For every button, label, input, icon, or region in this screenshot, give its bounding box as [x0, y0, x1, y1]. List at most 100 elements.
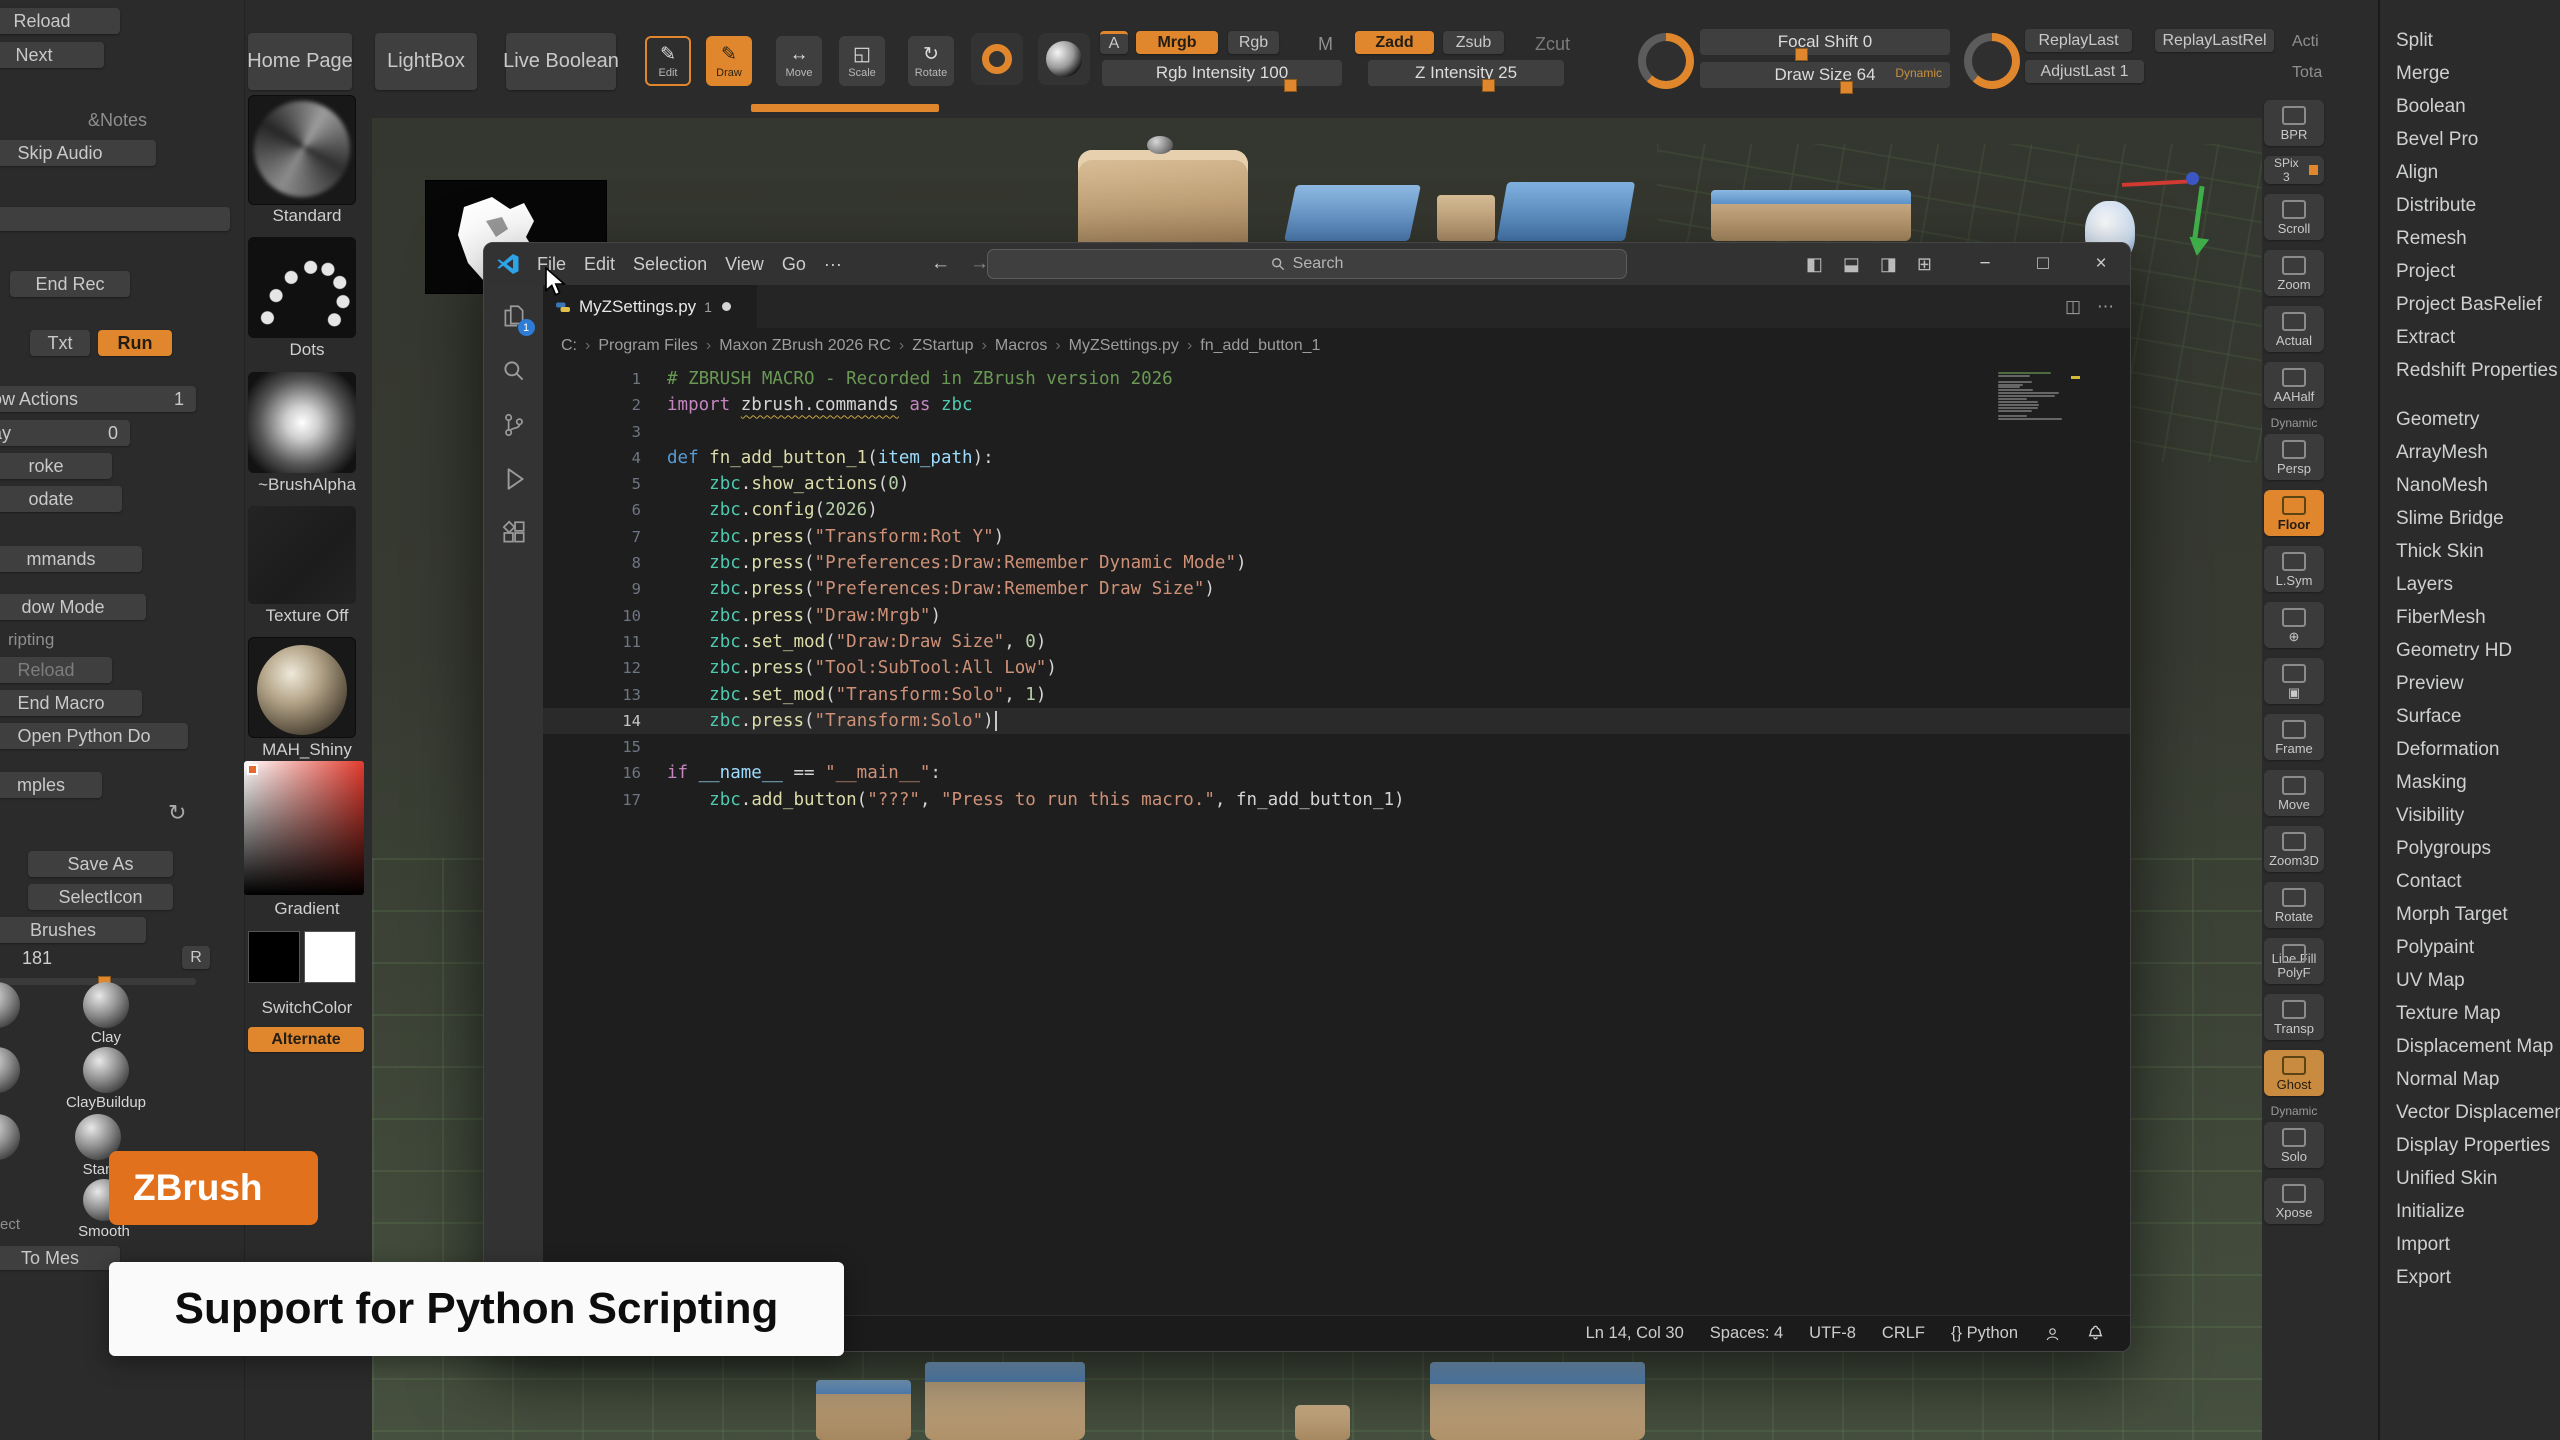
- shelf-spix-3[interactable]: SPix 3: [2264, 156, 2324, 184]
- tool-menu-item[interactable]: Merge: [2380, 57, 2560, 90]
- code-line-12[interactable]: 12 zbc.press("Tool:SubTool:All Low"): [543, 655, 2130, 681]
- edit-mode-button[interactable]: ✎ Edit: [645, 36, 691, 86]
- delay-row[interactable]: ay 0: [0, 420, 130, 446]
- draw-size-slider[interactable]: Draw Size 64 Dynamic: [1700, 62, 1950, 88]
- tool-menu-item[interactable]: Polypaint: [2380, 931, 2560, 964]
- save-as-button[interactable]: Save As: [28, 851, 173, 877]
- a-toggle-button[interactable]: A: [1100, 31, 1128, 54]
- color-picker-marker[interactable]: [247, 764, 258, 775]
- tool-menu-item[interactable]: Remesh: [2380, 222, 2560, 255]
- tool-menu-item[interactable]: Bevel Pro: [2380, 123, 2560, 156]
- shelf-xpose[interactable]: Xpose: [2264, 1178, 2324, 1224]
- minimize-button[interactable]: −: [1956, 243, 2014, 285]
- encoding[interactable]: UTF-8: [1809, 1324, 1856, 1343]
- refresh-icon[interactable]: ↻: [168, 800, 186, 826]
- shelf-line-fill-polyf[interactable]: Line Fill PolyF: [2264, 938, 2324, 984]
- tool-menu-item[interactable]: ArrayMesh: [2380, 436, 2560, 469]
- search-view-icon[interactable]: [500, 357, 528, 385]
- z-intensity-slider[interactable]: Z Intensity 25: [1368, 60, 1564, 86]
- source-control-icon[interactable]: [500, 411, 528, 439]
- model-blue-slab-1[interactable]: [1284, 185, 1421, 241]
- breadcrumb-item[interactable]: MyZSettings.py: [1047, 337, 1179, 355]
- run-button[interactable]: Run: [98, 330, 172, 356]
- tool-menu-item[interactable]: Layers: [2380, 568, 2560, 601]
- tool-menu-item[interactable]: Split: [2380, 24, 2560, 57]
- code-line-3[interactable]: 3: [543, 419, 2130, 445]
- shelf-pivot[interactable]: ▣: [2264, 658, 2324, 704]
- tool-menu-item[interactable]: Project: [2380, 255, 2560, 288]
- menubar-item[interactable]: ···: [815, 243, 851, 285]
- material-sphere-button[interactable]: [1038, 33, 1090, 85]
- tool-menu-item[interactable]: Visibility: [2380, 799, 2560, 832]
- model-bottom-a[interactable]: [816, 1380, 911, 1440]
- color-picker[interactable]: [244, 761, 364, 895]
- tool-menu-item[interactable]: Display Properties: [2380, 1129, 2560, 1162]
- material-thumbnail[interactable]: [248, 637, 356, 738]
- tool-menu-item[interactable]: Slime Bridge: [2380, 502, 2560, 535]
- tool-menu-item[interactable]: NanoMesh: [2380, 469, 2560, 502]
- cursor-position[interactable]: Ln 14, Col 30: [1586, 1324, 1684, 1343]
- tool-menu-item[interactable]: Thick Skin: [2380, 535, 2560, 568]
- code-line-13[interactable]: 13 zbc.set_mod("Transform:Solo", 1): [543, 682, 2130, 708]
- brush-thumb-cut-2[interactable]: [0, 1047, 20, 1093]
- mrgb-button[interactable]: Mrgb: [1136, 31, 1218, 54]
- tool-menu-item[interactable]: Displacement Map: [2380, 1030, 2560, 1063]
- focal-shift-handle[interactable]: [1795, 48, 1808, 61]
- stroke-thumbnail[interactable]: [248, 237, 356, 338]
- tool-menu-item[interactable]: Normal Map: [2380, 1063, 2560, 1096]
- menubar-item[interactable]: Edit: [575, 243, 624, 285]
- reload-button[interactable]: Reload: [0, 8, 120, 34]
- select-icon-button[interactable]: SelectIcon: [28, 884, 173, 910]
- reload-script-button[interactable]: Reload: [0, 657, 112, 683]
- code-line-14[interactable]: 14 zbc.press("Transform:Solo"): [543, 708, 2130, 734]
- tool-menu-item[interactable]: UV Map: [2380, 964, 2560, 997]
- tool-menu-item[interactable]: Vector Displacement: [2380, 1096, 2560, 1129]
- tab-myzsettings[interactable]: MyZSettings.py 1: [543, 285, 757, 328]
- brushes-button[interactable]: Brushes: [0, 917, 146, 943]
- tool-menu-item[interactable]: Contact: [2380, 865, 2560, 898]
- vscode-titlebar[interactable]: FileEditSelectionViewGo··· ← → Search ◧ …: [484, 243, 2130, 285]
- brush-thumb-cut-3[interactable]: [0, 1114, 20, 1160]
- end-rec-button[interactable]: End Rec: [10, 271, 130, 297]
- m-toggle[interactable]: M: [1318, 34, 1333, 55]
- draw-size-handle[interactable]: [1840, 81, 1853, 94]
- shelf-transp[interactable]: Transp: [2264, 994, 2324, 1040]
- menubar-item[interactable]: Go: [773, 243, 815, 285]
- dynamic-size-button[interactable]: [1964, 33, 2020, 89]
- rgb-intensity-handle[interactable]: [1284, 79, 1297, 92]
- clay-brush[interactable]: [83, 982, 129, 1028]
- code-line-16[interactable]: 16if __name__ == "__main__":: [543, 760, 2130, 786]
- tool-menu-item[interactable]: Initialize: [2380, 1195, 2560, 1228]
- tab-dirty-indicator[interactable]: [722, 302, 731, 311]
- minimap[interactable]: [1998, 372, 2070, 421]
- focal-curve-button[interactable]: [1638, 33, 1694, 89]
- breadcrumb-item[interactable]: ZStartup: [891, 337, 974, 355]
- breadcrumb-item[interactable]: C:: [561, 337, 577, 355]
- code-line-5[interactable]: 5 zbc.show_actions(0): [543, 471, 2130, 497]
- customize-layout-icon[interactable]: ⊞: [1917, 243, 1932, 285]
- breadcrumb[interactable]: C:Program FilesMaxon ZBrush 2026 RCZStar…: [543, 328, 2130, 364]
- model-blue-slab-2[interactable]: [1497, 182, 1635, 241]
- tool-menu-item[interactable]: Geometry HD: [2380, 634, 2560, 667]
- tool-menu-item[interactable]: Boolean: [2380, 90, 2560, 123]
- lightbox-button[interactable]: LightBox: [375, 33, 477, 90]
- secondary-color-swatch[interactable]: [304, 931, 356, 983]
- close-button[interactable]: ×: [2072, 243, 2130, 285]
- model-bottom-c[interactable]: [1430, 1362, 1645, 1440]
- replay-last-button[interactable]: ReplayLast: [2025, 29, 2132, 52]
- split-editor-icon[interactable]: ◫: [2065, 297, 2081, 317]
- shelf-move[interactable]: Move: [2264, 770, 2324, 816]
- shelf-aahalf[interactable]: AAHalf: [2264, 362, 2324, 408]
- indentation[interactable]: Spaces: 4: [1710, 1324, 1783, 1343]
- shelf-zoom[interactable]: Zoom: [2264, 250, 2324, 296]
- end-macro-button[interactable]: End Macro: [0, 690, 142, 716]
- notifications-bell-icon[interactable]: [2087, 1325, 2104, 1342]
- txt-button[interactable]: Txt: [30, 330, 90, 356]
- tool-menu-item[interactable]: Align: [2380, 156, 2560, 189]
- model-bottom-d[interactable]: [1295, 1405, 1350, 1440]
- current-brush-thumbnail[interactable]: [248, 95, 356, 205]
- run-debug-icon[interactable]: [500, 465, 528, 493]
- brush-ring-button[interactable]: [971, 33, 1023, 85]
- tool-menu-item[interactable]: Morph Target: [2380, 898, 2560, 931]
- shelf-frame[interactable]: Frame: [2264, 714, 2324, 760]
